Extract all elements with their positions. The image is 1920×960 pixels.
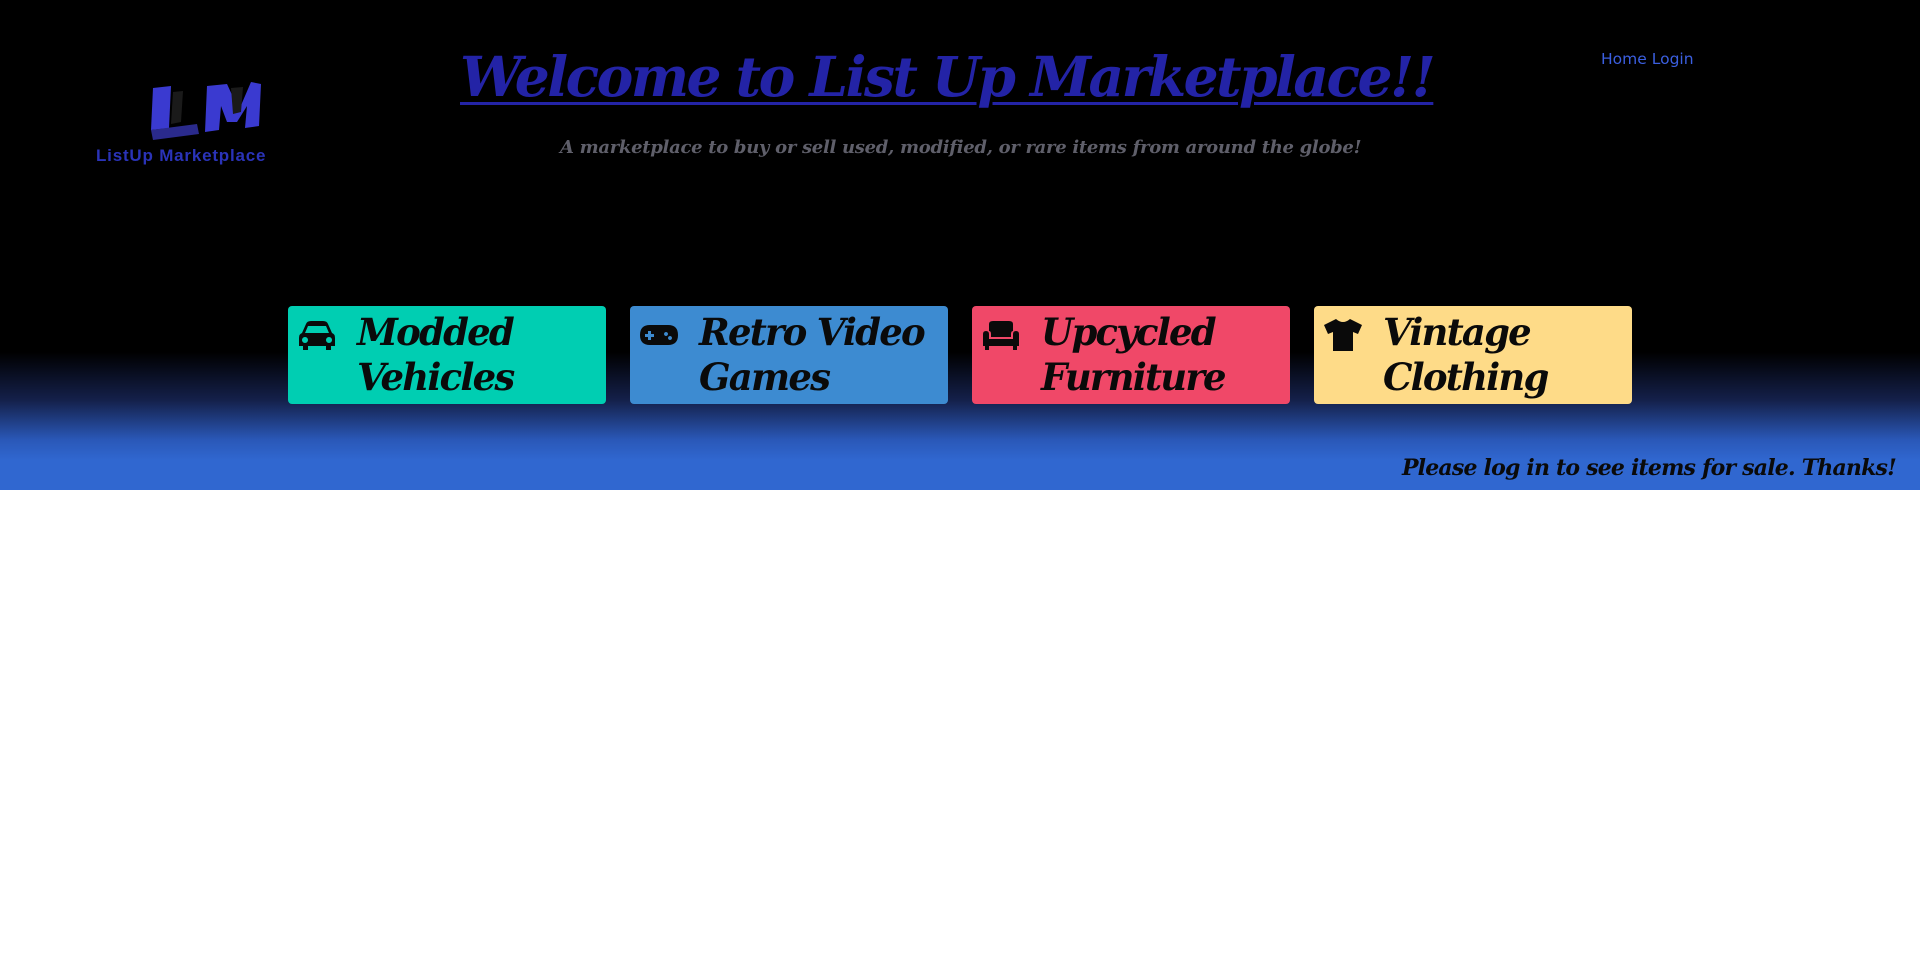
category-label: Vintage Clothing bbox=[1383, 310, 1549, 399]
tshirt-icon bbox=[1323, 318, 1363, 352]
page-title[interactable]: Welcome to List Up Marketplace!! bbox=[460, 44, 1436, 109]
hero-banner: ListUp Marketplace Welcome to List Up Ma… bbox=[0, 0, 1920, 490]
category-label: Retro Video Games bbox=[699, 310, 926, 399]
nav-home-link[interactable]: Home bbox=[1601, 50, 1647, 68]
category-card-retro-video-games[interactable]: Retro Video Games bbox=[630, 306, 948, 404]
site-logo[interactable]: ListUp Marketplace bbox=[92, 82, 302, 172]
page-subtitle: A marketplace to buy or sell used, modif… bbox=[560, 137, 1362, 158]
category-card-vintage-clothing[interactable]: Vintage Clothing bbox=[1314, 306, 1632, 404]
category-label: Modded Vehicles bbox=[357, 310, 515, 399]
category-label: Upcycled Furniture bbox=[1041, 310, 1227, 399]
nav-login-link[interactable]: Login bbox=[1652, 50, 1694, 68]
logo-text: ListUp Marketplace bbox=[96, 146, 267, 165]
top-nav: Home Login bbox=[1601, 50, 1694, 68]
car-icon bbox=[297, 318, 337, 352]
category-card-modded-vehicles[interactable]: Modded Vehicles bbox=[288, 306, 606, 404]
category-cards: Modded Vehicles Retro Video Games Upcycl… bbox=[288, 306, 1632, 404]
couch-icon bbox=[981, 318, 1021, 352]
logo-mark bbox=[151, 82, 261, 140]
category-card-upcycled-furniture[interactable]: Upcycled Furniture bbox=[972, 306, 1290, 404]
login-notice: Please log in to see items for sale. Tha… bbox=[1401, 455, 1897, 481]
gamepad-icon bbox=[639, 318, 679, 352]
